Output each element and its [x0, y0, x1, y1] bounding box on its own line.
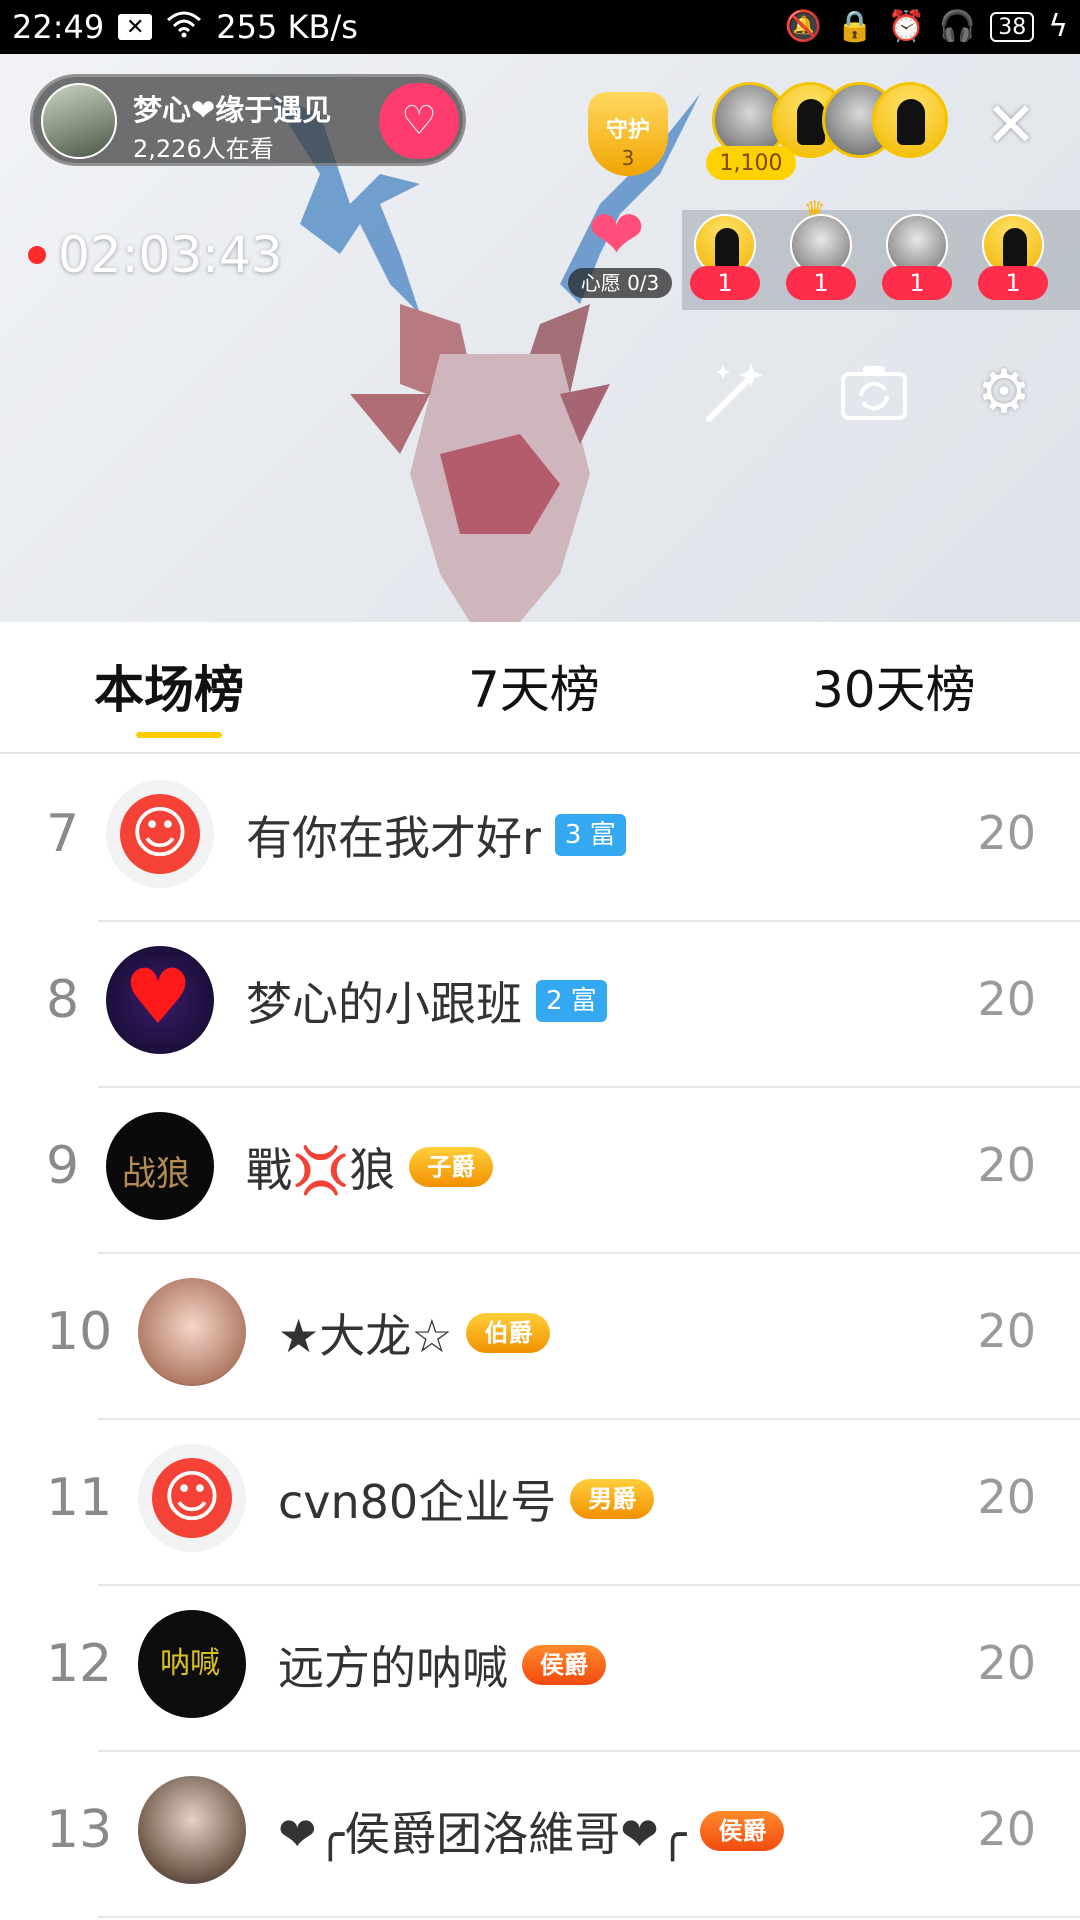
- status-time: 22:49: [12, 8, 105, 46]
- fan-item[interactable]: ♛ 1: [786, 196, 856, 304]
- rank-number: 9: [46, 1136, 80, 1196]
- mute-icon: 🔕: [784, 9, 823, 44]
- user-name: ❤╭侯爵团洛維哥❤╭ 侯爵: [278, 1798, 785, 1864]
- user-name: 梦心的小跟班 2 富: [246, 968, 607, 1034]
- wealth-badge: 2 富: [536, 980, 607, 1022]
- fan-count: 1: [786, 266, 856, 300]
- fan-avatars: 1 ♛ 1 1 1: [682, 196, 1080, 310]
- fan-item[interactable]: 1: [882, 214, 952, 304]
- wish-button[interactable]: ❤ 心愿 0/3: [568, 202, 672, 302]
- fan-count: 1: [690, 266, 760, 300]
- viewer-count: 2,226人在看: [133, 135, 274, 163]
- score: 20: [977, 1304, 1036, 1358]
- top-viewer-score: 1,100: [706, 146, 796, 180]
- user-avatar[interactable]: [138, 1444, 246, 1552]
- rank-number: 12: [46, 1634, 113, 1694]
- noble-badge: 伯爵: [466, 1313, 551, 1353]
- user-name-text: cvn80企业号: [278, 1475, 557, 1529]
- rank-number: 8: [46, 970, 80, 1030]
- user-avatar[interactable]: [138, 1610, 246, 1718]
- user-name-text: ★大龙☆: [278, 1309, 453, 1363]
- ranking-row[interactable]: 11 cvn80企业号 男爵 20: [0, 1420, 1080, 1586]
- ranking-row[interactable]: 8 梦心的小跟班 2 富 20: [0, 922, 1080, 1088]
- user-name: cvn80企业号 男爵: [278, 1466, 655, 1532]
- user-name-text: 梦心的小跟班: [246, 977, 522, 1031]
- score: 20: [977, 1470, 1036, 1524]
- top-viewer-avatar[interactable]: [872, 82, 948, 158]
- fan-item[interactable]: 1: [978, 214, 1048, 304]
- status-bar: 22:49 ✕ 255 KB/s 🔕 🔒 ⏰ 🎧 38 ϟ: [0, 0, 1080, 54]
- user-avatar[interactable]: [106, 946, 214, 1054]
- noble-badge: 侯爵: [522, 1645, 606, 1685]
- wifi-icon: [166, 10, 202, 44]
- headset-icon: 🎧: [938, 9, 977, 44]
- close-icon[interactable]: ✕: [985, 94, 1037, 156]
- user-name-text: 戰💢狼: [246, 1143, 396, 1197]
- score: 20: [977, 1802, 1036, 1856]
- rank-number: 11: [46, 1468, 113, 1528]
- follow-heart-button[interactable]: ♡: [379, 83, 459, 159]
- user-avatar[interactable]: [138, 1278, 246, 1386]
- fan-count: 1: [882, 266, 952, 300]
- live-stream-view[interactable]: 梦心❤缘于遇见 2,226人在看 ♡ 守护 3 1,100 ✕ 02:03:43…: [0, 54, 1080, 622]
- heart-plus-icon: ♡: [401, 98, 437, 144]
- fan-item[interactable]: 1: [690, 214, 760, 304]
- host-info-pill[interactable]: 梦心❤缘于遇见 2,226人在看 ♡: [30, 74, 466, 166]
- camera-switch-icon[interactable]: [836, 354, 912, 430]
- noble-badge: 男爵: [570, 1479, 655, 1519]
- score: 20: [977, 806, 1036, 860]
- noble-badge: 子爵: [409, 1147, 494, 1187]
- active-tab-indicator: [136, 732, 222, 738]
- ranking-row[interactable]: 12 远方的呐喊 侯爵 20: [0, 1586, 1080, 1752]
- host-avatar[interactable]: [41, 83, 117, 159]
- lock-icon: 🔒: [836, 9, 874, 44]
- tab-7-days[interactable]: 7天榜: [468, 650, 600, 722]
- tab-current-session[interactable]: 本场榜: [94, 650, 244, 722]
- wealth-badge: 3 富: [554, 814, 626, 856]
- rank-number: 7: [46, 804, 80, 864]
- score: 20: [977, 1636, 1036, 1690]
- user-name-text: 远方的呐喊: [278, 1641, 508, 1695]
- noble-badge: 侯爵: [700, 1811, 785, 1851]
- wish-label: 心愿 0/3: [568, 268, 672, 298]
- tab-30-days[interactable]: 30天榜: [812, 650, 976, 722]
- user-name: ★大龙☆ 伯爵: [278, 1300, 551, 1366]
- rank-number: 10: [46, 1302, 113, 1362]
- ranking-row[interactable]: 7 有你在我才好r 3 富 20: [0, 756, 1080, 922]
- ranking-row[interactable]: 10 ★大龙☆ 伯爵 20: [0, 1254, 1080, 1420]
- guard-badge[interactable]: 守护 3: [582, 80, 674, 180]
- settings-gear-icon[interactable]: ⚙: [966, 354, 1042, 430]
- user-avatar[interactable]: [106, 1112, 214, 1220]
- battery-level: 38: [990, 12, 1035, 42]
- host-name: 梦心❤缘于遇见: [133, 93, 332, 127]
- row-divider: [98, 1916, 1080, 1918]
- user-name-text: ❤╭侯爵团洛維哥❤╭: [278, 1807, 687, 1861]
- recording-dot-icon: [28, 246, 46, 264]
- user-name: 远方的呐喊 侯爵: [278, 1632, 606, 1698]
- magic-wand-icon[interactable]: [696, 354, 772, 430]
- user-name: 戰💢狼 子爵: [246, 1134, 494, 1200]
- user-avatar[interactable]: [138, 1776, 246, 1884]
- score: 20: [977, 972, 1036, 1026]
- network-speed: 255 KB/s: [216, 8, 358, 46]
- guard-label: 守护: [605, 118, 650, 143]
- fan-count: 1: [978, 266, 1048, 300]
- score: 20: [977, 1138, 1036, 1192]
- smiling-heart-icon: ❤: [588, 196, 645, 275]
- user-avatar[interactable]: [106, 780, 214, 888]
- charging-icon: ϟ: [1048, 9, 1068, 44]
- close-box-icon: ✕: [118, 14, 153, 40]
- rank-number: 13: [46, 1800, 113, 1860]
- user-name: 有你在我才好r 3 富: [246, 802, 626, 868]
- guard-count: 3: [621, 146, 635, 170]
- recording-indicator: 02:03:43: [28, 226, 283, 284]
- top-viewers[interactable]: 1,100: [706, 82, 952, 180]
- recording-time: 02:03:43: [58, 226, 283, 284]
- ranking-row[interactable]: 13 ❤╭侯爵团洛維哥❤╭ 侯爵 20: [0, 1752, 1080, 1918]
- alarm-icon: ⏰: [887, 9, 925, 44]
- user-name-text: 有你在我才好r: [246, 811, 541, 865]
- ranking-tabs: 本场榜 7天榜 30天榜: [0, 622, 1080, 754]
- ranking-row[interactable]: 9 戰💢狼 子爵 20: [0, 1088, 1080, 1254]
